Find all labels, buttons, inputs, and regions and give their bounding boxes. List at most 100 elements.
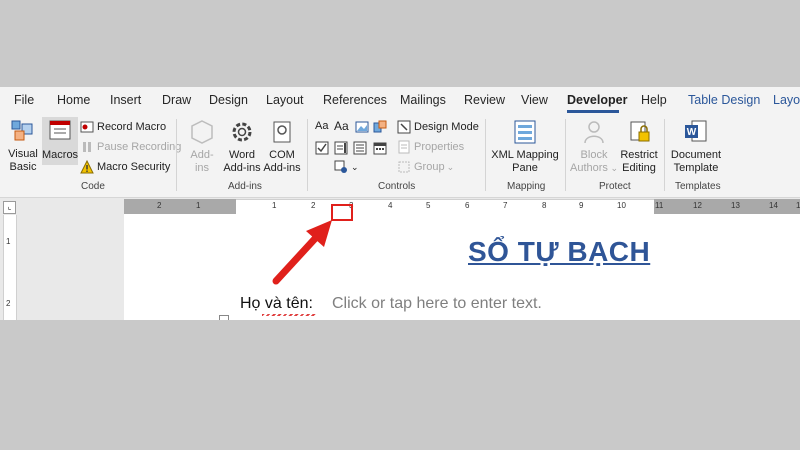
visual-basic-label-line1: Visual (8, 148, 38, 160)
code-group-label: Code (81, 181, 105, 192)
block-authors-button[interactable]: Block Authors ⌄ (570, 119, 618, 175)
record-macro-icon (80, 120, 94, 134)
legacy-tools-button[interactable]: ⌄ (334, 160, 359, 174)
tab-insert[interactable]: Insert (110, 93, 141, 107)
ruler-number: 15 (796, 201, 800, 210)
word-document-icon: W (682, 119, 710, 145)
combo-box-icon (334, 141, 348, 155)
ruler-left-margin (124, 199, 236, 214)
tab-selector[interactable]: ⌞ (3, 201, 16, 214)
group-label: Group (414, 161, 445, 173)
spelling-squiggle (262, 314, 316, 316)
templates-group-label: Templates (675, 181, 721, 192)
add-ins-group-label: Add-ins (228, 181, 262, 192)
design-mode-icon (397, 120, 411, 134)
record-macro-button[interactable]: Record Macro (80, 120, 166, 134)
building-block-gallery-button[interactable] (373, 120, 390, 134)
ruler-number: 6 (465, 201, 470, 210)
tab-design[interactable]: Design (209, 93, 248, 107)
ruler-number: 2 (311, 201, 316, 210)
properties-icon (397, 140, 411, 154)
name-content-control[interactable]: Click or tap here to enter text. (332, 295, 542, 313)
ruler-number: 1 (272, 201, 277, 210)
pause-icon (80, 140, 94, 154)
plain-text-aa-label: Aa (315, 120, 329, 132)
rich-text-control-button[interactable]: Aa (334, 119, 349, 133)
properties-button[interactable]: Properties (397, 140, 464, 154)
combo-box-control-button[interactable] (334, 141, 351, 155)
macro-security-button[interactable]: Macro Security (80, 159, 170, 174)
record-macro-label: Record Macro (97, 121, 167, 133)
macros-button[interactable]: Macros (42, 117, 78, 165)
controls-group-label: Controls (378, 181, 416, 192)
restrict-editing-label-line1: Restrict (620, 149, 658, 161)
document-title: SỔ TỰ BẠCH (468, 236, 651, 267)
xml-mapping-pane-button[interactable]: XML Mapping Pane (490, 119, 560, 175)
gear-icon (228, 119, 256, 145)
ruler-number: 2 (157, 201, 162, 210)
tab-layout[interactable]: Layout (266, 93, 304, 107)
group-separator (176, 119, 177, 191)
person-icon (580, 119, 608, 145)
tab-view[interactable]: View (521, 93, 548, 107)
checkbox-icon (315, 141, 329, 155)
ribbon-tab-bar: File Home Insert Draw Design Layout Refe… (0, 87, 800, 115)
group-separator (664, 119, 665, 191)
word-window: File Home Insert Draw Design Layout Refe… (0, 87, 800, 320)
date-picker-control-button[interactable] (373, 141, 390, 155)
drop-down-list-control-button[interactable] (353, 141, 370, 155)
group-separator (307, 119, 308, 191)
tab-table-layout[interactable]: Layout (773, 93, 800, 107)
table-move-handle[interactable] (219, 315, 229, 320)
visual-basic-button[interactable]: Visual Basic (6, 118, 40, 174)
tab-table-design[interactable]: Table Design (688, 93, 760, 107)
document-template-button[interactable]: W Document Template (668, 119, 724, 175)
com-add-ins-button[interactable]: COM Add-ins (262, 119, 302, 175)
ruler-number: 11 (655, 201, 664, 210)
checkbox-control-button[interactable] (315, 141, 332, 155)
pause-recording-button[interactable]: Pause Recording (80, 140, 181, 154)
rich-text-aa-label: Aa (334, 119, 349, 133)
visual-basic-label-line2: Basic (9, 161, 37, 173)
ruler-number: 13 (731, 201, 740, 210)
group-icon (397, 160, 411, 174)
ribbon: Visual Basic Macros Record Macro Pause R… (0, 115, 800, 198)
tab-developer[interactable]: Developer (567, 93, 627, 107)
chevron-down-icon: ⌄ (446, 161, 455, 172)
tab-draw[interactable]: Draw (162, 93, 191, 107)
word-add-ins-label-line2: Add-ins (223, 162, 261, 174)
picture-control-button[interactable] (355, 120, 372, 134)
com-add-ins-label-line1: COM (269, 149, 295, 161)
block-authors-label-line2: Authors (570, 162, 608, 174)
vertical-ruler-number: 2 (6, 299, 11, 308)
group-button[interactable]: Group ⌄ (397, 160, 454, 174)
macros-icon (46, 119, 74, 145)
macros-label: Macros (42, 149, 79, 161)
xml-mapping-label-line1: XML Mapping (491, 149, 559, 161)
warning-icon (80, 159, 94, 174)
restrict-editing-label-line2: Editing (622, 162, 656, 174)
document-canvas-margin (18, 215, 124, 320)
chevron-down-icon: ⌄ (607, 163, 618, 173)
word-add-ins-button[interactable]: Word Add-ins (222, 119, 262, 175)
visual-basic-icon (9, 118, 37, 144)
tab-references[interactable]: References (323, 93, 387, 107)
tab-file[interactable]: File (14, 93, 34, 107)
design-mode-label: Design Mode (414, 121, 479, 133)
ruler-number: 8 (542, 201, 547, 210)
add-ins-label-line1: Add- (190, 149, 214, 161)
xml-mapping-icon (511, 119, 539, 145)
tab-mailings[interactable]: Mailings (400, 93, 446, 107)
tab-home[interactable]: Home (57, 93, 90, 107)
design-mode-button[interactable]: Design Mode (397, 120, 479, 134)
add-ins-button[interactable]: Add- ins (184, 119, 220, 175)
properties-label: Properties (414, 141, 465, 153)
restrict-editing-button[interactable]: Restrict Editing (618, 119, 660, 175)
tab-review[interactable]: Review (464, 93, 505, 107)
drop-down-list-icon (353, 141, 367, 155)
tab-help[interactable]: Help (641, 93, 667, 107)
com-add-ins-label-line2: Add-ins (263, 162, 301, 174)
plain-text-control-button[interactable]: Aa (315, 120, 328, 132)
block-authors-label-line2-wrap: Authors ⌄ (570, 162, 618, 175)
com-add-ins-icon (268, 119, 296, 145)
